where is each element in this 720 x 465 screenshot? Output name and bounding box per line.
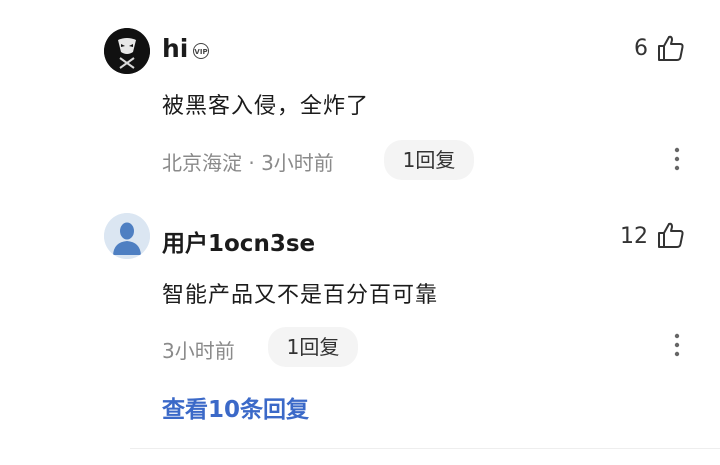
like-count: 6: [634, 36, 648, 61]
avatar[interactable]: [104, 213, 150, 259]
comment-text: 智能产品又不是百分百可靠: [162, 283, 439, 308]
avatar[interactable]: [104, 28, 150, 74]
thumbs-up-icon[interactable]: [656, 220, 686, 250]
reply-button[interactable]: 1回复: [268, 327, 358, 367]
thumbs-up-icon[interactable]: [656, 33, 686, 63]
reply-button[interactable]: 1回复: [384, 140, 474, 180]
vip-badge-icon: VIP: [193, 43, 209, 59]
username[interactable]: 用户1ocn3se: [162, 224, 315, 258]
more-options-icon[interactable]: [672, 331, 682, 361]
more-options-icon[interactable]: [672, 145, 682, 175]
comment-meta: 3小时前: [162, 339, 235, 363]
comment-item: 用户1ocn3se 12 智能产品又不是百分百可靠 3小时前 1回复: [0, 200, 720, 380]
view-replies-link[interactable]: 查看10条回复: [162, 390, 309, 424]
like-count: 12: [620, 224, 648, 249]
comment-item: hi VIP 6 被黑客入侵，全炸了 北京海淀 · 3小时前 1回复: [0, 0, 720, 200]
avatar-mask-icon: [104, 28, 150, 74]
comment-meta: 北京海淀 · 3小时前: [162, 151, 334, 175]
comment-text: 被黑客入侵，全炸了: [162, 94, 370, 119]
default-user-icon: [104, 213, 150, 259]
divider: [130, 448, 720, 449]
username[interactable]: hi: [162, 34, 188, 63]
